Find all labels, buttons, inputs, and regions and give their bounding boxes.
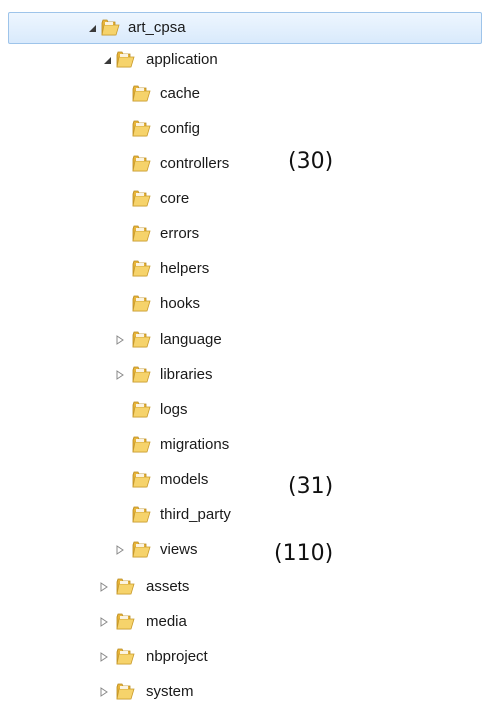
models-count-annotation: (31) — [288, 474, 334, 499]
tree-item-language[interactable]: language — [0, 324, 484, 356]
triangle-collapsed-icon[interactable] — [98, 686, 110, 698]
tree-item-assets[interactable]: assets — [0, 571, 484, 603]
tree-item-models[interactable]: models — [0, 464, 484, 496]
selection-highlight — [8, 12, 482, 44]
tree-item-label: config — [160, 120, 201, 137]
tree-item-label: migrations — [160, 436, 230, 453]
folder-icon — [132, 541, 151, 559]
triangle-collapsed-icon[interactable] — [114, 334, 126, 346]
folder-icon — [132, 225, 151, 243]
folder-icon — [116, 578, 135, 596]
tree-item-label: logs — [160, 401, 188, 418]
triangle-collapsed-icon[interactable] — [98, 616, 110, 628]
tree-item-application[interactable]: application — [0, 44, 484, 76]
folder-icon — [116, 51, 135, 69]
tree-item-label: core — [160, 190, 190, 207]
folder-icon — [132, 506, 151, 524]
tree-item-controllers[interactable]: controllers — [0, 148, 484, 180]
folder-icon — [132, 260, 151, 278]
tree-item-hooks[interactable]: hooks — [0, 288, 484, 320]
folder-icon — [116, 648, 135, 666]
tree-item-label: nbproject — [146, 648, 208, 665]
triangle-expanded-icon[interactable] — [86, 22, 98, 34]
tree-item-label: system — [146, 683, 194, 700]
triangle-collapsed-icon[interactable] — [114, 544, 126, 556]
tree-item-media[interactable]: media — [0, 606, 484, 638]
tree-item-nbproject[interactable]: nbproject — [0, 641, 484, 673]
tree-item-label: hooks — [160, 295, 201, 312]
folder-icon — [132, 436, 151, 454]
tree-item-core[interactable]: core — [0, 183, 484, 215]
folder-tree: art_cpsa application cache config contro… — [0, 0, 484, 708]
tree-item-cache[interactable]: cache — [0, 78, 484, 110]
tree-item-label: application — [146, 51, 218, 68]
tree-item-third-party[interactable]: third_party — [0, 499, 484, 531]
tree-item-libraries[interactable]: libraries — [0, 359, 484, 391]
tree-item-label: third_party — [160, 506, 231, 523]
folder-icon — [101, 19, 120, 37]
tree-item-label: models — [160, 471, 209, 488]
folder-icon — [132, 85, 151, 103]
folder-icon — [132, 295, 151, 313]
triangle-collapsed-icon[interactable] — [98, 651, 110, 663]
folder-icon — [132, 401, 151, 419]
tree-item-label: language — [160, 331, 222, 348]
tree-item-system[interactable]: system — [0, 676, 484, 708]
tree-item-views[interactable]: views — [0, 534, 484, 566]
controllers-count-annotation: (30) — [288, 149, 334, 174]
folder-icon — [132, 331, 151, 349]
tree-item-label: errors — [160, 225, 200, 242]
folder-icon — [132, 120, 151, 138]
tree-item-logs[interactable]: logs — [0, 394, 484, 426]
tree-item-label: libraries — [160, 366, 213, 383]
folder-icon — [116, 683, 135, 701]
triangle-expanded-icon[interactable] — [101, 54, 113, 66]
triangle-collapsed-icon[interactable] — [114, 369, 126, 381]
tree-item-label: controllers — [160, 155, 230, 172]
tree-item-label: assets — [146, 578, 190, 595]
folder-icon — [132, 190, 151, 208]
tree-item-migrations[interactable]: migrations — [0, 429, 484, 461]
tree-item-art-cpsa[interactable]: art_cpsa — [0, 12, 484, 44]
folder-icon — [116, 613, 135, 631]
tree-item-label: media — [146, 613, 187, 630]
tree-item-errors[interactable]: errors — [0, 218, 484, 250]
folder-icon — [132, 155, 151, 173]
tree-item-config[interactable]: config — [0, 113, 484, 145]
triangle-collapsed-icon[interactable] — [98, 581, 110, 593]
tree-item-label: views — [160, 541, 198, 558]
folder-icon — [132, 366, 151, 384]
tree-item-label: helpers — [160, 260, 210, 277]
tree-item-label: art_cpsa — [128, 19, 186, 36]
tree-item-helpers[interactable]: helpers — [0, 253, 484, 285]
tree-item-label: cache — [160, 85, 201, 102]
views-count-annotation: (110) — [274, 541, 334, 566]
folder-icon — [132, 471, 151, 489]
